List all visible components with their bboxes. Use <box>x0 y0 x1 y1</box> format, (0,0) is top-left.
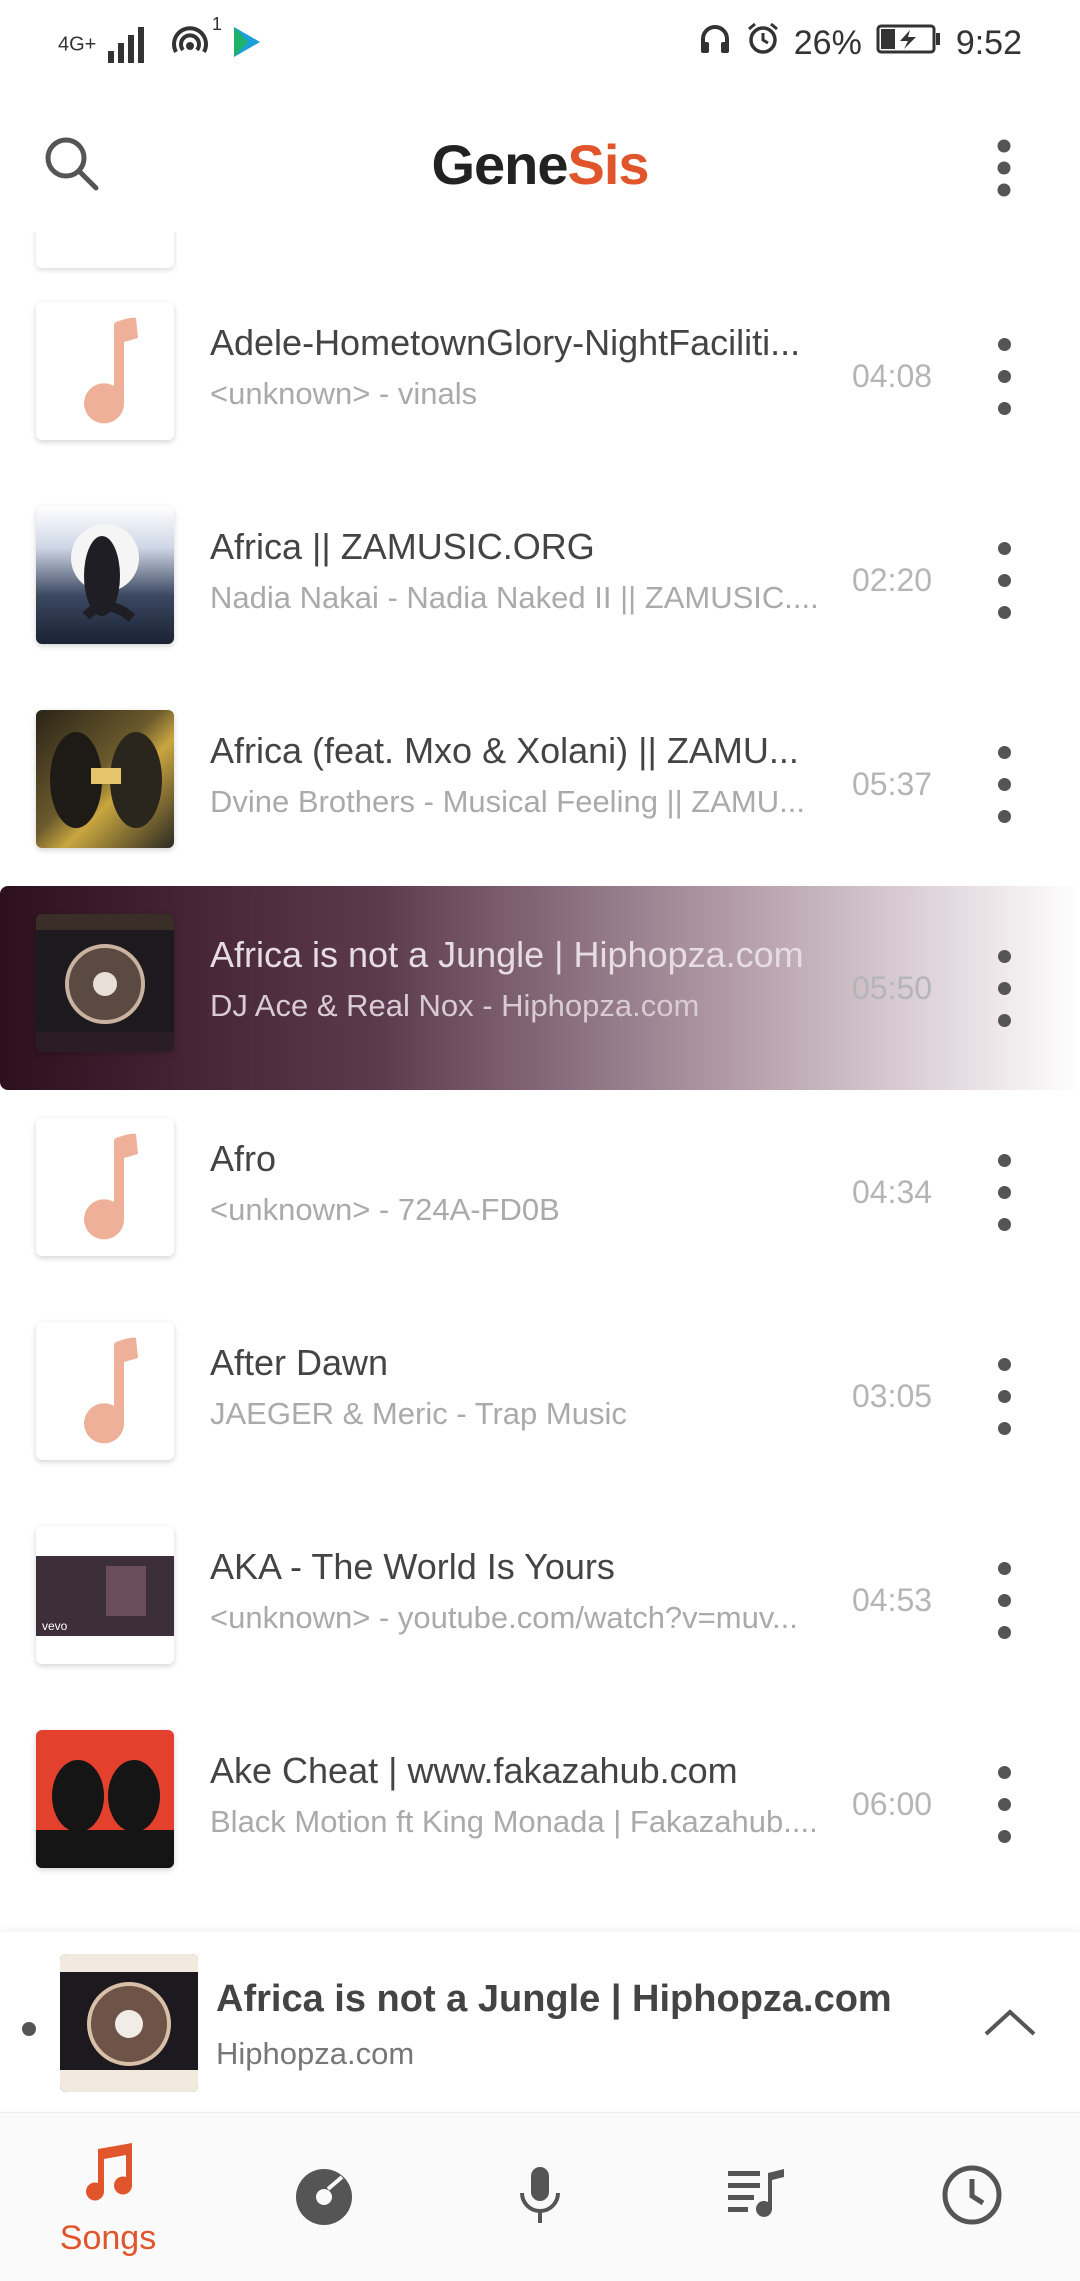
microphone-icon <box>520 2167 560 2223</box>
tab-songs[interactable]: Songs <box>0 2113 216 2281</box>
album-cover-art <box>36 1760 174 1868</box>
album-art <box>36 710 174 848</box>
album-art <box>36 914 174 1052</box>
song-title: After Dawn <box>210 1342 389 1383</box>
song-more-button[interactable] <box>980 734 1028 834</box>
clock-icon <box>942 2165 1002 2225</box>
album-art: vevo <box>36 1526 174 1664</box>
tab-albums[interactable] <box>216 2113 432 2281</box>
app-title-part2: Sis <box>567 133 650 196</box>
album-cover-art <box>36 914 174 1052</box>
battery-percent: 26% <box>793 24 862 62</box>
list-item[interactable]: Africa (feat. Mxo & Xolani) || ZAMU... D… <box>0 682 1080 886</box>
expand-player-button[interactable] <box>970 1982 1050 2062</box>
song-subtitle: Nadia Nakai - Nadia Naked II || ZAMUSIC.… <box>210 580 819 615</box>
headphones-icon <box>698 22 732 65</box>
list-item[interactable]: After Dawn JAEGER & Meric - Trap Music 0… <box>0 1294 1080 1498</box>
song-title: Africa || ZAMUSIC.ORG <box>210 526 595 567</box>
tab-playlists[interactable] <box>648 2113 864 2281</box>
album-art <box>36 1730 174 1868</box>
status-bar: 4G+ 1 26% 9:52 <box>0 0 1080 92</box>
bottom-navigation: Songs <box>0 2112 1080 2281</box>
now-playing-album-art <box>60 1954 198 2092</box>
hotspot-icon: 1 <box>168 14 222 67</box>
list-item-playing[interactable]: Africa is not a Jungle | Hiphopza.com DJ… <box>0 886 1080 1090</box>
song-duration: 03:05 <box>852 1378 933 1414</box>
song-title: Africa (feat. Mxo & Xolani) || ZAMU... <box>210 730 799 771</box>
song-duration: 05:37 <box>852 766 933 802</box>
song-title: Adele-HometownGlory-NightFaciliti... <box>210 322 801 363</box>
song-title: AKA - The World Is Yours <box>210 1546 615 1587</box>
playlist-icon <box>728 2169 784 2217</box>
song-more-button[interactable] <box>980 326 1028 426</box>
now-playing-artist: Hiphopza.com <box>216 2036 415 2071</box>
song-subtitle: <unknown> - vinals <box>210 376 478 411</box>
tab-songs-label: Songs <box>59 2219 157 2257</box>
song-title: Afro <box>210 1138 277 1179</box>
song-duration: 04:34 <box>852 1174 933 1210</box>
song-subtitle: Dvine Brothers - Musical Feeling || ZAMU… <box>210 784 805 819</box>
overflow-menu-button[interactable] <box>980 128 1028 208</box>
song-title: Ake Cheat | www.fakazahub.com <box>210 1750 738 1791</box>
app-title-part1: Gene <box>431 133 568 196</box>
list-item[interactable]: Ake Cheat | www.fakazahub.com Black Moti… <box>0 1702 1080 1906</box>
album-art <box>36 1322 174 1460</box>
song-duration: 05:50 <box>852 970 933 1006</box>
list-item[interactable]: vevo AKA - The World Is Yours <unknown> … <box>0 1498 1080 1702</box>
song-more-button[interactable] <box>980 530 1028 630</box>
song-more-button[interactable] <box>980 1754 1028 1854</box>
app-title: GeneSis <box>0 132 1080 197</box>
now-playing-bar[interactable]: Africa is not a Jungle | Hiphopza.com Hi… <box>0 1932 1080 2110</box>
list-item[interactable]: Afro <unknown> - 724A-FD0B 04:34 <box>0 1090 1080 1294</box>
tab-history[interactable] <box>864 2113 1080 2281</box>
album-cover-art: vevo <box>36 1556 174 1636</box>
music-note-icon <box>84 317 138 424</box>
song-more-button[interactable] <box>980 1346 1028 1446</box>
play-store-icon <box>230 25 262 64</box>
music-note-icon <box>84 1337 138 1444</box>
cellular-signal-icon: 4G+ <box>58 25 150 65</box>
music-note-icon <box>84 1133 138 1240</box>
song-subtitle: JAEGER & Meric - Trap Music <box>210 1396 627 1431</box>
song-more-button[interactable] <box>980 938 1028 1038</box>
list-item[interactable]: Adele-HometownGlory-NightFaciliti... <un… <box>0 274 1080 478</box>
album-disc-icon <box>296 2169 352 2225</box>
song-more-button[interactable] <box>980 1142 1028 1242</box>
song-duration: 06:00 <box>852 1786 933 1822</box>
list-item[interactable]: Africa || ZAMUSIC.ORG Nadia Nakai - Nadi… <box>0 478 1080 682</box>
more-vertical-icon <box>997 139 1011 197</box>
battery-charging-icon <box>876 23 942 64</box>
album-cover-art <box>71 524 139 622</box>
song-duration: 04:53 <box>852 1582 933 1618</box>
album-cover-art <box>50 732 162 828</box>
list-item-partial <box>36 232 174 268</box>
app-bar: GeneSis <box>0 92 1080 232</box>
album-art <box>36 302 174 440</box>
song-duration: 02:20 <box>852 562 933 598</box>
song-subtitle: <unknown> - 724A-FD0B <box>210 1192 560 1227</box>
alarm-icon <box>746 22 780 65</box>
chevron-up-icon <box>984 2009 1036 2036</box>
svg-text:vevo: vevo <box>42 1619 68 1633</box>
song-title: Africa is not a Jungle | Hiphopza.com <box>210 934 804 975</box>
song-more-button[interactable] <box>980 1550 1028 1650</box>
album-cover-art <box>60 1954 198 2092</box>
album-art <box>36 1118 174 1256</box>
playback-indicator-dot <box>22 2022 36 2036</box>
song-subtitle: Black Motion ft King Monada | Fakazahub.… <box>210 1804 818 1839</box>
song-list[interactable]: Adele-HometownGlory-NightFaciliti... <un… <box>0 232 1080 1932</box>
tab-artists[interactable] <box>432 2113 648 2281</box>
song-subtitle: DJ Ace & Real Nox - Hiphopza.com <box>210 988 700 1023</box>
album-art <box>36 506 174 644</box>
network-type: 4G+ <box>58 32 97 55</box>
hotspot-badge: 1 <box>211 14 222 34</box>
song-subtitle: <unknown> - youtube.com/watch?v=muv... <box>210 1600 798 1635</box>
now-playing-title: Africa is not a Jungle | Hiphopza.com <box>216 1978 892 2020</box>
clock-time: 9:52 <box>955 24 1022 62</box>
song-duration: 04:08 <box>852 358 933 394</box>
music-note-icon <box>86 2143 133 2201</box>
